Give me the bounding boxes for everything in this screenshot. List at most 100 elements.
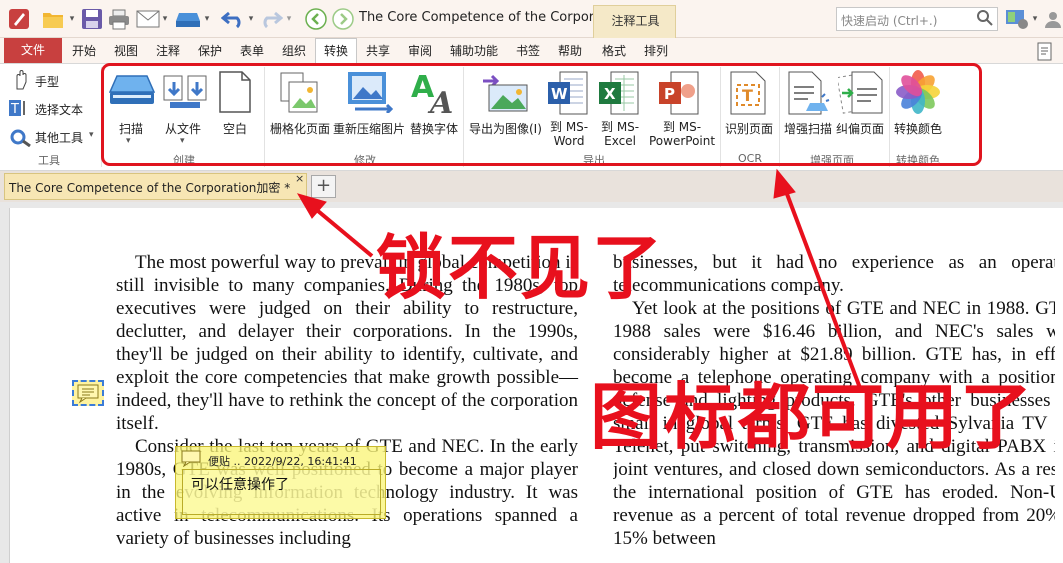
annotation-icons-usable: 图标都可用了 — [590, 375, 1035, 459]
export-to-image-label[interactable]: 导出为图像(I) — [469, 120, 542, 137]
account-icon[interactable] — [1043, 7, 1063, 31]
from-file-icon[interactable] — [162, 72, 208, 113]
file-menu-button[interactable]: 文件 — [4, 38, 62, 63]
svg-text:A: A — [427, 86, 453, 115]
ocr-recognize-label[interactable]: 识别页面 — [725, 120, 773, 137]
tab-share[interactable]: 共享 — [366, 42, 390, 59]
recompress-images-label[interactable]: 重新压缩图片 — [333, 120, 405, 137]
svg-text:P: P — [664, 85, 675, 103]
paragraph: businesses, but it had no experience as … — [613, 252, 1063, 296]
undo-dropdown-icon[interactable]: ▾ — [246, 7, 256, 31]
separator — [779, 67, 780, 167]
powerpoint-icon[interactable]: P — [658, 71, 700, 118]
other-tools-label[interactable]: 其他工具 — [35, 129, 83, 146]
other-tools-icon — [10, 127, 32, 150]
ribbon-collapse-icon[interactable] — [1033, 40, 1057, 64]
blank-page-icon[interactable] — [218, 71, 252, 116]
note-popup[interactable]: 便贴 .. 2022/9/22, 16:41:41 可以任意操作了 — [175, 446, 386, 519]
scanner-icon[interactable] — [108, 72, 156, 111]
tab-forms[interactable]: 表单 — [240, 42, 264, 59]
export-to-image-icon[interactable] — [481, 71, 529, 116]
save-icon[interactable] — [80, 7, 104, 31]
convert-color-label[interactable]: 转换颜色 — [894, 120, 942, 137]
tab-start[interactable]: 开始 — [72, 42, 96, 59]
email-icon[interactable] — [136, 7, 160, 31]
to-excel-label[interactable]: 到 MS- Excel — [601, 120, 639, 148]
context-tab-label: 注释工具 — [611, 14, 660, 28]
note-header: 便贴 .. 2022/9/22, 16:41:41 — [208, 455, 357, 468]
tab-comment[interactable]: 注释 — [156, 42, 180, 59]
tab-arrange[interactable]: 排列 — [644, 42, 668, 59]
select-text-label[interactable]: 选择文本 — [35, 101, 83, 118]
separator — [889, 67, 890, 167]
group-label-enhance: 增强页面 — [810, 154, 854, 167]
rasterize-page-label[interactable]: 栅格化页面 — [270, 120, 330, 137]
new-tab-button[interactable]: + — [311, 175, 336, 198]
redo-dropdown-icon[interactable]: ▾ — [284, 7, 294, 31]
group-label-tools: 工具 — [38, 154, 60, 167]
open-dropdown-icon[interactable]: ▾ — [66, 7, 78, 31]
undo-icon[interactable] — [220, 7, 246, 31]
skin-settings-icon[interactable] — [1004, 7, 1030, 31]
forward-icon[interactable] — [331, 7, 355, 31]
search-icon[interactable] — [976, 9, 994, 30]
document-tab-label: The Core Competence of the Corporation加密… — [9, 181, 291, 195]
tab-review[interactable]: 审阅 — [408, 42, 432, 59]
excel-icon[interactable]: X — [598, 71, 640, 118]
scan-dropdown-icon[interactable]: ▾ — [202, 7, 212, 31]
tab-protect[interactable]: 保护 — [198, 42, 222, 59]
replace-font-icon[interactable]: AA — [410, 69, 458, 121]
note-text-area[interactable]: 可以任意操作了 — [182, 469, 381, 515]
window-title: The Core Competence of the Corporati... — [359, 10, 624, 25]
other-tools-dropdown-icon[interactable]: ▾ — [89, 130, 94, 140]
sticky-note-icon[interactable] — [72, 380, 104, 406]
title-bar: ▾ ▾ ▾ ▾ ▾ The Core Competence of the Cor… — [0, 0, 1063, 63]
deskew-page-label[interactable]: 纠偏页面 — [836, 120, 884, 137]
separator — [720, 67, 721, 167]
scan-quick-icon[interactable] — [175, 7, 201, 31]
back-icon[interactable] — [304, 7, 328, 31]
tab-view[interactable]: 视图 — [114, 42, 138, 59]
document-tab[interactable]: The Core Competence of the Corporation加密… — [4, 172, 307, 200]
app-logo-icon[interactable] — [5, 7, 33, 31]
from-file-dropdown-arrow-icon[interactable]: ▾ — [180, 136, 185, 146]
svg-text:T: T — [742, 86, 753, 105]
tab-help[interactable]: 帮助 — [558, 42, 582, 59]
enhance-scan-icon[interactable] — [786, 71, 830, 118]
redo-icon[interactable] — [258, 7, 284, 31]
ocr-recognize-icon[interactable]: T — [728, 71, 768, 118]
annotation-lock-gone: 锁不见了 — [376, 227, 664, 309]
deskew-page-icon[interactable] — [836, 69, 884, 118]
svg-text:T: T — [10, 102, 19, 117]
word-icon[interactable]: W — [547, 71, 589, 118]
to-word-label[interactable]: 到 MS- Word — [550, 120, 588, 148]
tab-accessibility[interactable]: 辅助功能 — [450, 42, 498, 59]
scan-dropdown-arrow-icon[interactable]: ▾ — [126, 136, 131, 146]
open-folder-icon[interactable] — [39, 7, 67, 31]
blank-page-label[interactable]: 空白 — [223, 120, 247, 137]
hand-icon — [11, 69, 31, 94]
tab-organize[interactable]: 组织 — [282, 42, 306, 59]
color-wheel-icon[interactable] — [896, 70, 940, 117]
print-icon[interactable] — [107, 7, 131, 31]
email-dropdown-icon[interactable]: ▾ — [160, 7, 170, 31]
quick-launch-search[interactable]: 快速启动 (Ctrl+.) — [836, 7, 998, 31]
group-label-modify: 修改 — [354, 154, 376, 167]
separator — [101, 67, 102, 167]
scan-button-label[interactable]: 扫描 — [119, 120, 143, 137]
svg-text:W: W — [551, 85, 568, 103]
recompress-images-icon[interactable] — [347, 71, 394, 116]
close-tab-icon[interactable]: × — [295, 172, 304, 185]
hand-tool-label[interactable]: 手型 — [35, 73, 59, 90]
rasterize-page-icon[interactable] — [280, 72, 320, 117]
separator — [463, 67, 464, 167]
to-powerpoint-label[interactable]: 到 MS- PowerPoint — [649, 120, 715, 148]
replace-font-label[interactable]: 替换字体 — [410, 120, 458, 137]
tab-bookmarks[interactable]: 书签 — [516, 42, 540, 59]
skin-dropdown-icon[interactable]: ▾ — [1030, 7, 1040, 31]
enhance-scan-label[interactable]: 增强扫描 — [784, 120, 832, 137]
from-file-label[interactable]: 从文件 — [165, 120, 201, 137]
page-edge — [1055, 208, 1063, 563]
tab-format[interactable]: 格式 — [602, 42, 626, 59]
tab-convert[interactable]: 转换 — [315, 38, 357, 64]
